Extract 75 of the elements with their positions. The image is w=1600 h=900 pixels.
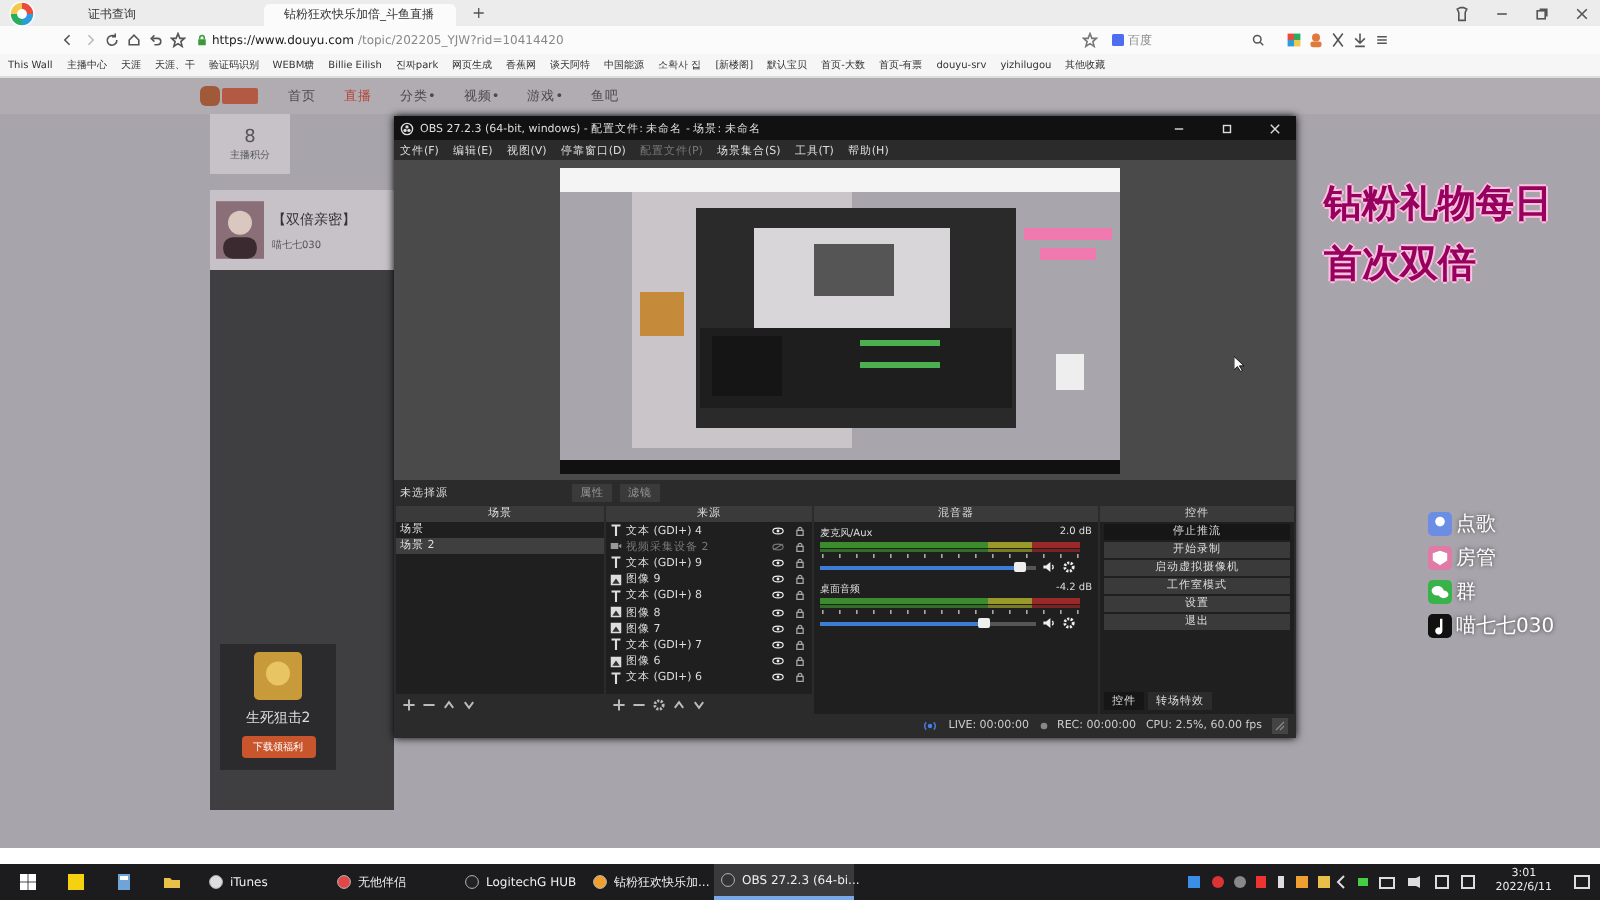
text-type-icon — [610, 589, 622, 602]
lock-icon[interactable] — [794, 656, 806, 667]
text-type-icon — [610, 524, 622, 537]
move-down-icon[interactable] — [692, 697, 706, 711]
app-icon — [336, 874, 352, 890]
shield-icon — [1428, 546, 1452, 570]
new-tab-button[interactable]: + — [472, 4, 486, 22]
move-down-icon[interactable] — [462, 697, 476, 711]
lock-icon[interactable] — [794, 541, 806, 552]
overlay-label: 群 — [1456, 580, 1476, 606]
add-icon[interactable] — [612, 697, 626, 711]
folder-icon[interactable] — [162, 872, 182, 892]
text-type-icon — [610, 638, 622, 651]
resize-grip-icon[interactable] — [1272, 718, 1288, 734]
notification-icon[interactable] — [1572, 872, 1592, 892]
add-icon[interactable] — [402, 697, 416, 711]
close-icon[interactable] — [1574, 5, 1590, 21]
lock-icon[interactable] — [794, 590, 806, 601]
restore-icon[interactable] — [1534, 5, 1550, 21]
search-icon — [1252, 34, 1264, 46]
star-icon[interactable] — [1082, 32, 1098, 48]
back-icon[interactable] — [60, 32, 76, 48]
menu-icon[interactable] — [1374, 32, 1390, 48]
treasure-icon — [254, 652, 302, 700]
app-icon — [208, 874, 224, 890]
app-icon — [592, 874, 608, 890]
overlay-caption: 钻粉礼物每日 — [1324, 180, 1552, 230]
overlay-label: 点歌 — [1456, 511, 1496, 538]
text-type-icon — [610, 671, 622, 684]
apps-icon[interactable] — [1286, 32, 1302, 48]
lock-icon[interactable] — [794, 607, 806, 618]
download-icon[interactable] — [1352, 32, 1368, 48]
home-icon[interactable] — [126, 32, 142, 48]
lock-icon[interactable] — [794, 672, 806, 683]
record-dot-icon — [1039, 722, 1047, 730]
calculator-icon[interactable] — [114, 872, 134, 892]
browser-logo-icon[interactable] — [8, 0, 36, 27]
music-note-icon — [1428, 614, 1452, 638]
user-icon[interactable] — [1308, 32, 1324, 48]
undo-icon[interactable] — [148, 32, 164, 48]
lock-icon — [196, 34, 208, 46]
windows-start-icon[interactable] — [18, 872, 38, 892]
lock-icon[interactable] — [794, 623, 806, 634]
text-type-icon — [610, 556, 622, 569]
image-icon — [610, 622, 622, 635]
move-up-icon[interactable] — [442, 697, 456, 711]
speaker-icon[interactable] — [1042, 616, 1056, 630]
app-icon — [464, 874, 480, 890]
lock-icon[interactable] — [794, 574, 806, 585]
broadcast-icon — [922, 720, 939, 732]
overlay-label: 房管 — [1456, 545, 1496, 572]
overlay-label: 喵七七030 — [1456, 613, 1555, 640]
microphone-icon — [1428, 512, 1452, 536]
move-up-icon[interactable] — [672, 697, 686, 711]
star-icon[interactable] — [170, 32, 186, 48]
reload-icon[interactable] — [104, 32, 120, 48]
shirt-icon[interactable] — [1454, 5, 1470, 21]
image-icon — [610, 606, 622, 619]
app-icon — [720, 872, 736, 888]
app-logo-icon — [400, 121, 414, 135]
lock-icon[interactable] — [794, 525, 806, 536]
sticky-note-icon[interactable] — [66, 872, 86, 892]
maximize-icon[interactable] — [1220, 121, 1234, 135]
image-icon — [610, 655, 622, 668]
avatar-icon — [216, 200, 264, 260]
speaker-icon[interactable] — [1042, 560, 1056, 574]
lock-icon[interactable] — [794, 557, 806, 568]
points-value: 8 — [244, 127, 256, 147]
chat-bubbles-icon — [1428, 580, 1452, 604]
overlay-caption: 首次双倍 — [1324, 240, 1478, 290]
mouse-cursor-icon — [1234, 356, 1244, 372]
gear-icon[interactable] — [652, 697, 666, 711]
camera-icon — [610, 540, 622, 553]
lock-icon[interactable] — [794, 639, 806, 650]
image-icon — [610, 573, 622, 586]
